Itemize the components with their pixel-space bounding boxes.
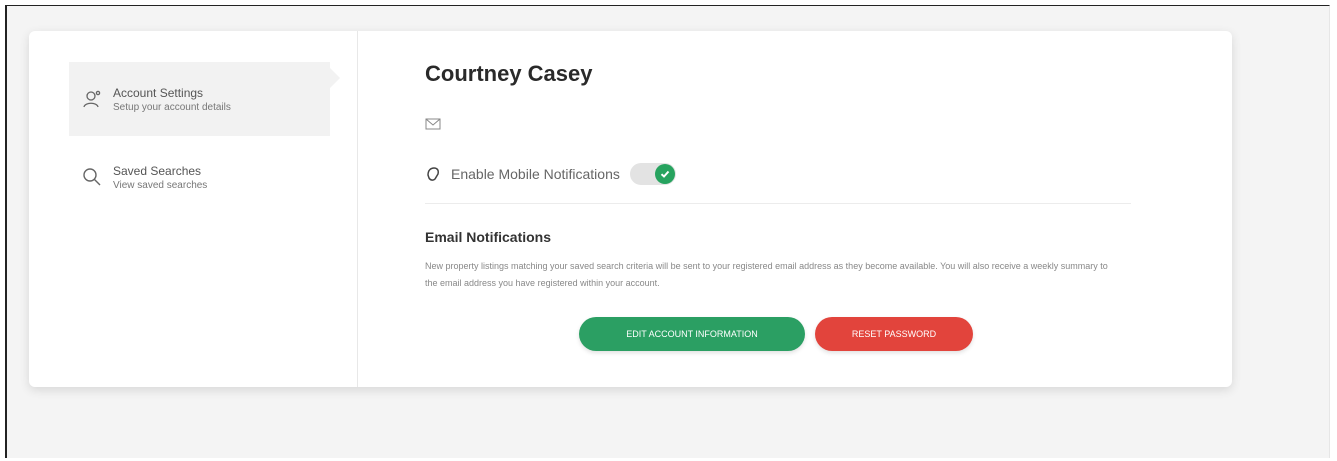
user-icon <box>81 88 103 110</box>
profile-name: Courtney Casey <box>425 61 593 86</box>
search-icon <box>81 166 103 188</box>
mobile-notifications-label: Enable Mobile Notifications <box>451 166 620 182</box>
edit-account-button[interactable]: Edit Account Information <box>579 317 805 351</box>
sidebar: Account Settings Setup your account deta… <box>29 31 358 387</box>
checkmark-icon <box>660 170 670 178</box>
sidebar-item-subtitle: Setup your account details <box>113 101 231 113</box>
mobile-notifications-row: Enable Mobile Notifications <box>425 163 676 185</box>
page-frame: Account Settings Setup your account deta… <box>5 5 1330 458</box>
sidebar-item-text: Account Settings Setup your account deta… <box>113 86 231 113</box>
sidebar-item-account-settings[interactable]: Account Settings Setup your account deta… <box>69 62 340 136</box>
reset-password-button[interactable]: Reset Password <box>815 317 973 351</box>
email-notifications-description: New property listings matching your save… <box>425 261 1108 288</box>
sidebar-item-title: Account Settings <box>113 85 204 100</box>
bell-icon <box>425 166 441 182</box>
toggle-knob <box>654 164 675 184</box>
email-notifications-title: Email Notifications <box>425 229 552 245</box>
sidebar-item-title: Saved Searches <box>113 163 202 178</box>
sidebar-item-subtitle: View saved searches <box>113 179 208 191</box>
envelope-icon <box>425 117 441 131</box>
mobile-notifications-toggle[interactable] <box>629 163 676 185</box>
account-main: Courtney Casey Enable Mobile Notificatio… <box>425 31 1185 387</box>
sidebar-item-saved-searches[interactable]: Saved Searches View saved searches <box>69 140 330 214</box>
email-row <box>425 117 449 131</box>
sidebar-item-text: Saved Searches View saved searches <box>113 164 207 191</box>
account-card: Account Settings Setup your account deta… <box>29 31 1232 387</box>
section-divider <box>425 203 1131 204</box>
